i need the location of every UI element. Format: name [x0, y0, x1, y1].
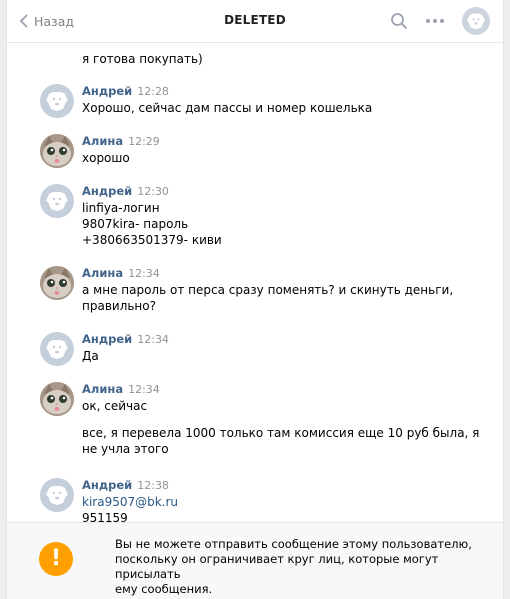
avatar[interactable]	[40, 382, 74, 416]
message-meta: Алина 12:29	[82, 134, 160, 148]
message-meta: Алина 12:34	[82, 382, 160, 396]
avatar[interactable]	[40, 134, 74, 168]
dog-avatar-icon	[46, 192, 68, 211]
message-author[interactable]: Андрей	[82, 184, 132, 198]
message-time: 12:30	[137, 185, 169, 198]
search-icon[interactable]	[390, 12, 408, 30]
message-text: +380663501379- киви	[82, 233, 222, 247]
notice-line: ему сообщения.	[115, 582, 213, 596]
message-author[interactable]: Андрей	[82, 478, 132, 492]
dialog-panel: Назад DELETED я готова покупать) Андрей …	[6, 0, 504, 599]
cat-avatar-icon	[40, 382, 74, 416]
avatar[interactable]	[40, 332, 74, 366]
message-time: 12:34	[128, 267, 160, 280]
message-time: 12:34	[128, 383, 160, 396]
message-text: linfiya-логин	[82, 201, 160, 215]
notice-line: Вы не можете отправить сообщение этому п…	[115, 537, 472, 551]
email-link[interactable]: kira9507@bk.ru	[82, 494, 178, 510]
cat-avatar-icon	[40, 134, 74, 168]
message-text: не учла этого	[82, 442, 169, 456]
message-author[interactable]: Алина	[82, 134, 123, 148]
notice-line: поскольку он ограничивает круг лиц, кото…	[115, 552, 439, 581]
message-author[interactable]: Алина	[82, 382, 123, 396]
message-text: 9807kira- пароль	[82, 217, 189, 231]
message-text: Хорошо, сейчас дам пассы и номер кошельк…	[82, 101, 373, 115]
message-text: ок, сейчас	[82, 399, 148, 413]
message-author[interactable]: Андрей	[82, 332, 132, 346]
avatar[interactable]	[40, 84, 74, 118]
cat-avatar-icon	[40, 266, 74, 300]
dog-avatar-icon	[466, 13, 486, 30]
more-icon[interactable]	[425, 12, 445, 30]
avatar[interactable]	[40, 266, 74, 300]
exclamation-icon: !	[39, 542, 73, 576]
message-text: Да	[82, 349, 99, 363]
blocked-notice-text: Вы не можете отправить сообщение этому п…	[115, 537, 485, 597]
message-text: 951159	[82, 511, 128, 522]
message-meta: Андрей 12:34	[82, 332, 169, 346]
message-list: я готова покупать) Андрей 12:28 Хорошо, с…	[7, 44, 503, 522]
dog-avatar-icon	[46, 486, 68, 505]
message-text: я готова покупать)	[82, 52, 203, 66]
message-time: 12:29	[128, 135, 160, 148]
message-text: правильно?	[82, 299, 156, 313]
message-author[interactable]: Андрей	[82, 84, 132, 98]
message-meta: Андрей 12:28	[82, 84, 169, 98]
message-author[interactable]: Алина	[82, 266, 123, 280]
blocked-notice: ! Вы не можете отправить сообщение этому…	[7, 522, 503, 599]
avatar[interactable]	[40, 478, 74, 512]
message-time: 12:34	[137, 333, 169, 346]
message-text: все, я перевела 1000 только там комиссия…	[82, 426, 480, 440]
message-meta: Алина 12:34	[82, 266, 160, 280]
message-time: 12:38	[137, 479, 169, 492]
message-meta: Андрей 12:30	[82, 184, 169, 198]
header-avatar[interactable]	[462, 7, 490, 35]
message-text: а мне пароль от перса сразу поменять? и …	[82, 283, 454, 297]
dog-avatar-icon	[46, 340, 68, 359]
message-time: 12:28	[137, 85, 169, 98]
dialog-header: Назад DELETED	[7, 0, 503, 43]
avatar[interactable]	[40, 184, 74, 218]
message-meta: Андрей 12:38	[82, 478, 169, 492]
message-text: хорошо	[82, 151, 130, 165]
dog-avatar-icon	[46, 92, 68, 111]
